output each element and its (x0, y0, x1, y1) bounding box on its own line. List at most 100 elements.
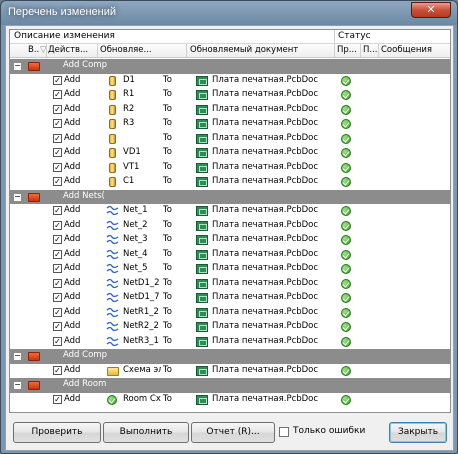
enable-checkbox[interactable]: ✓ (53, 249, 62, 259)
change-row[interactable]: ✓ Add NetR3_1 To Плата печатная.PcbDoc (10, 335, 450, 350)
execute-changes-button[interactable]: Выполнить (103, 422, 189, 443)
pcb-document-icon (196, 278, 208, 289)
report-button[interactable]: Отчет (R)... (191, 422, 275, 443)
col-action-header[interactable]: Действ... (48, 45, 96, 55)
col-done-header[interactable]: П... (363, 45, 377, 55)
validate-changes-button[interactable]: Проверить (13, 422, 101, 443)
change-group-row[interactable]: − Add Nets( (10, 189, 450, 204)
enable-checkbox[interactable]: ✓ (53, 264, 62, 273)
check-ok-icon (341, 264, 351, 274)
close-window-button[interactable]: ✕ (411, 2, 451, 18)
collapse-toggle-icon[interactable]: − (13, 62, 22, 71)
collapse-toggle-icon[interactable]: − (13, 381, 22, 390)
change-row[interactable]: ✓ Add Net_3 To Плата печатная.PcbDoc (10, 233, 450, 248)
to-cell: To (163, 292, 172, 302)
document-cell: Плата печатная.PcbDoc (212, 234, 319, 244)
check-ok-icon (341, 133, 351, 144)
action-cell: Add (64, 147, 81, 157)
document-cell: Плата печатная.PcbDoc (212, 219, 319, 230)
check-ok-icon (341, 90, 351, 100)
component-icon (109, 148, 116, 158)
change-row[interactable]: ✓ Add NetD1_7 To Плата печатная.PcbDoc (10, 291, 450, 306)
affected-object-cell: Схема эл (123, 364, 161, 375)
enable-checkbox[interactable]: ✓ (53, 235, 62, 244)
enable-checkbox[interactable]: ✓ (53, 133, 62, 143)
change-group-row[interactable]: − Add Room (10, 378, 450, 393)
close-button[interactable]: Закрыть (389, 422, 447, 443)
enable-checkbox[interactable]: ✓ (53, 90, 62, 99)
change-row[interactable]: ✓ Add R1 To Плата печатная.PcbDoc (10, 88, 450, 103)
to-cell: To (163, 277, 172, 288)
action-cell: Add (64, 89, 81, 99)
enable-checkbox[interactable]: ✓ (53, 177, 62, 186)
change-row[interactable]: ✓ Add D1 To Плата печатная.PcbDoc (10, 74, 450, 89)
change-row[interactable]: ✓ Add NetR1_2 To Плата печатная.PcbDoc (10, 306, 450, 321)
pcb-document-icon (196, 365, 208, 376)
enable-checkbox[interactable]: ✓ (53, 119, 62, 128)
action-cell: Add (64, 118, 81, 128)
change-row[interactable]: ✓ Add NetD1_2 To Плата печатная.PcbDoc (10, 277, 450, 292)
change-row[interactable]: ✓ Add R3 To Плата печатная.PcbDoc (10, 117, 450, 132)
room-icon (107, 394, 117, 405)
col-messages-header[interactable]: Сообщения (381, 45, 450, 55)
check-ok-icon (341, 148, 351, 158)
action-cell: Add (64, 103, 81, 114)
title-bar[interactable]: Перечень изменений ✕ (1, 1, 457, 25)
document-cell: Плата печатная.PcbDoc (212, 248, 319, 259)
to-cell: To (163, 321, 172, 331)
enable-checkbox[interactable]: ✓ (53, 148, 62, 157)
enable-checkbox[interactable]: ✓ (53, 394, 62, 404)
enable-checkbox[interactable]: ✓ (53, 336, 62, 346)
enable-checkbox[interactable]: ✓ (53, 307, 62, 317)
document-cell: Плата печатная.PcbDoc (212, 132, 319, 143)
change-group-row[interactable]: − Add Comp (10, 59, 450, 74)
enable-checkbox[interactable]: ✓ (53, 322, 62, 331)
only-errors-box[interactable] (279, 427, 289, 437)
document-cell: Плата печатная.PcbDoc (212, 393, 319, 404)
enable-checkbox[interactable]: ✓ (53, 293, 62, 302)
action-cell: Add (64, 205, 81, 215)
change-row[interactable]: ✓ Add Net_4 To Плата печатная.PcbDoc (10, 248, 450, 263)
change-row[interactable]: ✓ Add VT1 To Плата печатная.PcbDoc (10, 161, 450, 176)
net-icon (106, 263, 119, 274)
engineering-change-order-dialog: Перечень изменений ✕ Описание изменения … (0, 0, 458, 454)
rows-container: − Add Comp ✓ Add D1 To Плата печатная.PcbDoc ✓ A… (10, 59, 450, 407)
change-row[interactable]: ✓ Add VD1 To Плата печатная.PcbDoc (10, 146, 450, 161)
to-cell: To (163, 306, 172, 317)
enable-checkbox[interactable]: ✓ (53, 206, 62, 215)
affected-object-cell: NetD1_7 (123, 292, 160, 302)
document-cell: Плата печатная.PcbDoc (212, 118, 319, 128)
change-group-row[interactable]: − Add Comp (10, 349, 450, 364)
col-affected-header[interactable]: Обновляе... (100, 45, 156, 55)
change-row[interactable]: ✓ Add To Плата печатная.PcbDoc (10, 132, 450, 147)
enable-checkbox[interactable]: ✓ (53, 75, 62, 85)
document-cell: Плата печатная.PcbDoc (212, 103, 319, 114)
change-row[interactable]: ✓ Add Схема эл To Плата печатная.PcbDoc (10, 364, 450, 379)
affected-object-cell: NetR2_2 (123, 321, 159, 331)
action-cell: Add (64, 321, 81, 331)
enable-checkbox[interactable]: ✓ (53, 365, 62, 375)
component-icon (109, 177, 116, 187)
enable-checkbox[interactable]: ✓ (53, 220, 62, 230)
enable-checkbox[interactable]: ✓ (53, 162, 62, 172)
collapse-toggle-icon[interactable]: − (13, 192, 22, 202)
change-row[interactable]: ✓ Add Net_2 To Плата печатная.PcbDoc (10, 219, 450, 234)
change-row[interactable]: ✓ Add Room Сх To Плата печатная.PcbDoc (10, 393, 450, 408)
col-document-header[interactable]: Обновляемый документ (190, 45, 330, 55)
change-row[interactable]: ✓ Add C1 To Плата печатная.PcbDoc (10, 175, 450, 190)
check-ok-icon (341, 365, 351, 376)
collapse-toggle-icon[interactable]: − (13, 352, 22, 361)
col-check-header[interactable]: Пр... (337, 45, 357, 55)
check-ok-icon (341, 336, 351, 347)
enable-checkbox[interactable]: ✓ (53, 278, 62, 288)
document-cell: Плата печатная.PcbDoc (212, 292, 319, 302)
pcb-document-icon (196, 307, 208, 318)
net-icon (106, 336, 119, 347)
change-row[interactable]: ✓ Add Net_5 To Плата печатная.PcbDoc (10, 262, 450, 277)
net-icon (106, 278, 119, 289)
change-row[interactable]: ✓ Add Net_1 To Плата печатная.PcbDoc (10, 204, 450, 219)
change-row[interactable]: ✓ Add R2 To Плата печатная.PcbDoc (10, 103, 450, 118)
enable-checkbox[interactable]: ✓ (53, 104, 62, 114)
action-cell: Add (64, 335, 81, 346)
change-row[interactable]: ✓ Add NetR2_2 To Плата печатная.PcbDoc (10, 320, 450, 335)
